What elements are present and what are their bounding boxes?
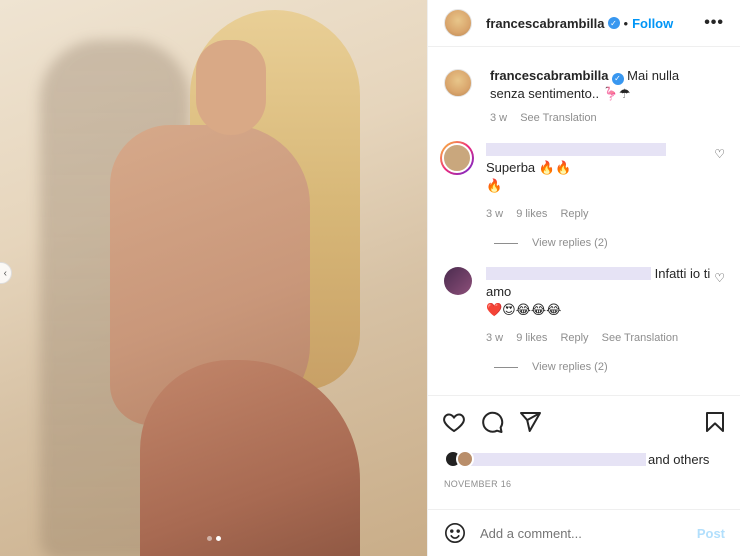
comment-text-emoji: 🔥	[486, 178, 503, 193]
carousel-dot-active	[215, 536, 221, 541]
likes-summary[interactable]: and others	[444, 450, 734, 468]
follow-button[interactable]: Follow	[632, 16, 673, 31]
comment-icon[interactable]	[480, 410, 504, 434]
share-icon[interactable]	[518, 410, 542, 434]
comment-reply[interactable]: Reply	[560, 332, 588, 344]
commenter-avatar[interactable]	[444, 267, 472, 295]
more-icon[interactable]: •••	[704, 14, 724, 32]
view-replies-button[interactable]: View replies (2)	[494, 361, 725, 373]
verified-icon: ✓	[607, 17, 620, 29]
liker-avatars	[444, 450, 478, 468]
verified-icon: ✓	[611, 73, 624, 85]
post-side-panel: francescabrambilla ✓ • Follow ••• france…	[427, 0, 740, 556]
emoji-icon[interactable]	[444, 522, 466, 544]
post-comment-button[interactable]: Post	[697, 526, 725, 541]
comment-likes[interactable]: 9 likes	[516, 208, 547, 220]
likes-others-text[interactable]: and others	[648, 452, 709, 467]
add-comment-input[interactable]	[480, 525, 680, 541]
redacted-username	[486, 267, 651, 280]
caption-time[interactable]: 3 w	[490, 112, 507, 124]
comment-see-translation[interactable]: See Translation	[602, 332, 678, 344]
carousel-dot	[206, 536, 212, 541]
redacted-likers	[468, 452, 646, 466]
view-replies-line	[494, 242, 518, 244]
view-replies-label: View replies (2)	[532, 237, 608, 249]
redacted-username	[486, 143, 666, 156]
comment-likes[interactable]: 9 likes	[516, 332, 547, 344]
photo-face	[196, 40, 266, 135]
view-replies-button[interactable]: View replies (2)	[494, 237, 725, 249]
heart-icon[interactable]	[442, 410, 466, 434]
carousel-prev-button[interactable]: ‹	[0, 262, 12, 284]
photo-legs	[140, 360, 360, 556]
author-username[interactable]: francescabrambilla	[486, 16, 605, 31]
view-replies-line	[494, 366, 518, 368]
comment-like-heart-icon[interactable]: ♡	[714, 147, 725, 161]
header-separator: •	[623, 15, 629, 31]
comment-time[interactable]: 3 w	[486, 208, 503, 220]
post-header: francescabrambilla ✓ • Follow •••	[428, 0, 740, 47]
comment-reply[interactable]: Reply	[560, 208, 588, 220]
comment-like-heart-icon[interactable]: ♡	[714, 271, 725, 285]
post-photo[interactable]: ‹	[0, 0, 427, 556]
caption-username[interactable]: francescabrambilla	[490, 68, 609, 83]
author-avatar[interactable]	[444, 9, 472, 37]
caption-see-translation[interactable]: See Translation	[520, 112, 596, 124]
commenter-avatar[interactable]	[440, 141, 474, 175]
post-actions	[428, 395, 740, 450]
comment-2: Infatti io ti amo ❤️😍😂😂😂 3 w 9 likes Rep…	[444, 265, 725, 347]
carousel-dots	[0, 529, 427, 544]
post-date[interactable]: NOVEMBER 16	[444, 479, 511, 489]
caption: francescabrambilla ✓ Mai nulla senza sent…	[444, 67, 725, 127]
add-comment-bar: Post	[428, 509, 740, 556]
comment-emojis: ❤️😍😂😂😂	[486, 302, 562, 317]
caption-avatar[interactable]	[444, 69, 472, 97]
comment-1: Superba 🔥🔥 🔥 3 w 9 likes Reply ♡	[440, 141, 725, 223]
comment-text: Superba 🔥🔥	[486, 160, 572, 175]
bookmark-icon[interactable]	[703, 410, 727, 434]
view-replies-label: View replies (2)	[532, 361, 608, 373]
comments-list[interactable]: francescabrambilla ✓ Mai nulla senza sent…	[428, 47, 740, 395]
comment-time[interactable]: 3 w	[486, 332, 503, 344]
